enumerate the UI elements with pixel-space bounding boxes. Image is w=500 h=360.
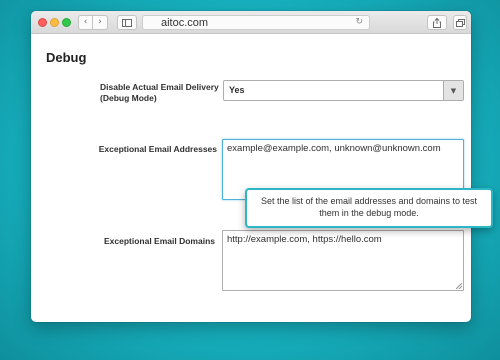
minimize-window-button[interactable] (50, 18, 59, 27)
sidebar-icon[interactable] (117, 15, 137, 30)
resize-handle-icon[interactable] (456, 283, 462, 289)
exceptional-domains-label: Exceptional Email Domains (103, 236, 215, 246)
chevron-down-icon[interactable]: ▼ (443, 81, 463, 100)
exceptional-emails-value: example@example.com, unknown@unknown.com (227, 143, 441, 154)
browser-toolbar: ‹ › aitoc.com ↻ (31, 11, 471, 34)
reload-icon[interactable]: ↻ (355, 17, 363, 27)
url-text: aitoc.com (161, 17, 209, 29)
exceptional-emails-label: Exceptional Email Addresses (98, 144, 217, 154)
page-title: Debug (46, 50, 87, 65)
tabs-icon[interactable] (453, 15, 467, 30)
maximize-window-button[interactable] (62, 18, 71, 27)
exceptional-domains-textarea[interactable]: http://example.com, https://hello.com (222, 230, 464, 291)
close-window-button[interactable] (38, 18, 47, 27)
disable-delivery-value: Yes (229, 85, 245, 95)
share-icon[interactable] (427, 15, 447, 30)
exceptional-domains-value: http://example.com, https://hello.com (227, 234, 382, 245)
address-bar[interactable]: aitoc.com ↻ (142, 15, 370, 30)
help-tooltip: Set the list of the email addresses and … (245, 188, 493, 228)
disable-delivery-label: Disable Actual Email Delivery (Debug Mod… (100, 82, 219, 103)
disable-delivery-select[interactable]: Yes ▼ (223, 80, 464, 101)
chevron-left-icon[interactable]: ‹ (78, 15, 93, 30)
chevron-right-icon[interactable]: › (93, 15, 108, 30)
browser-window: ‹ › aitoc.com ↻ Debug Disable Actual Ema… (31, 11, 471, 322)
